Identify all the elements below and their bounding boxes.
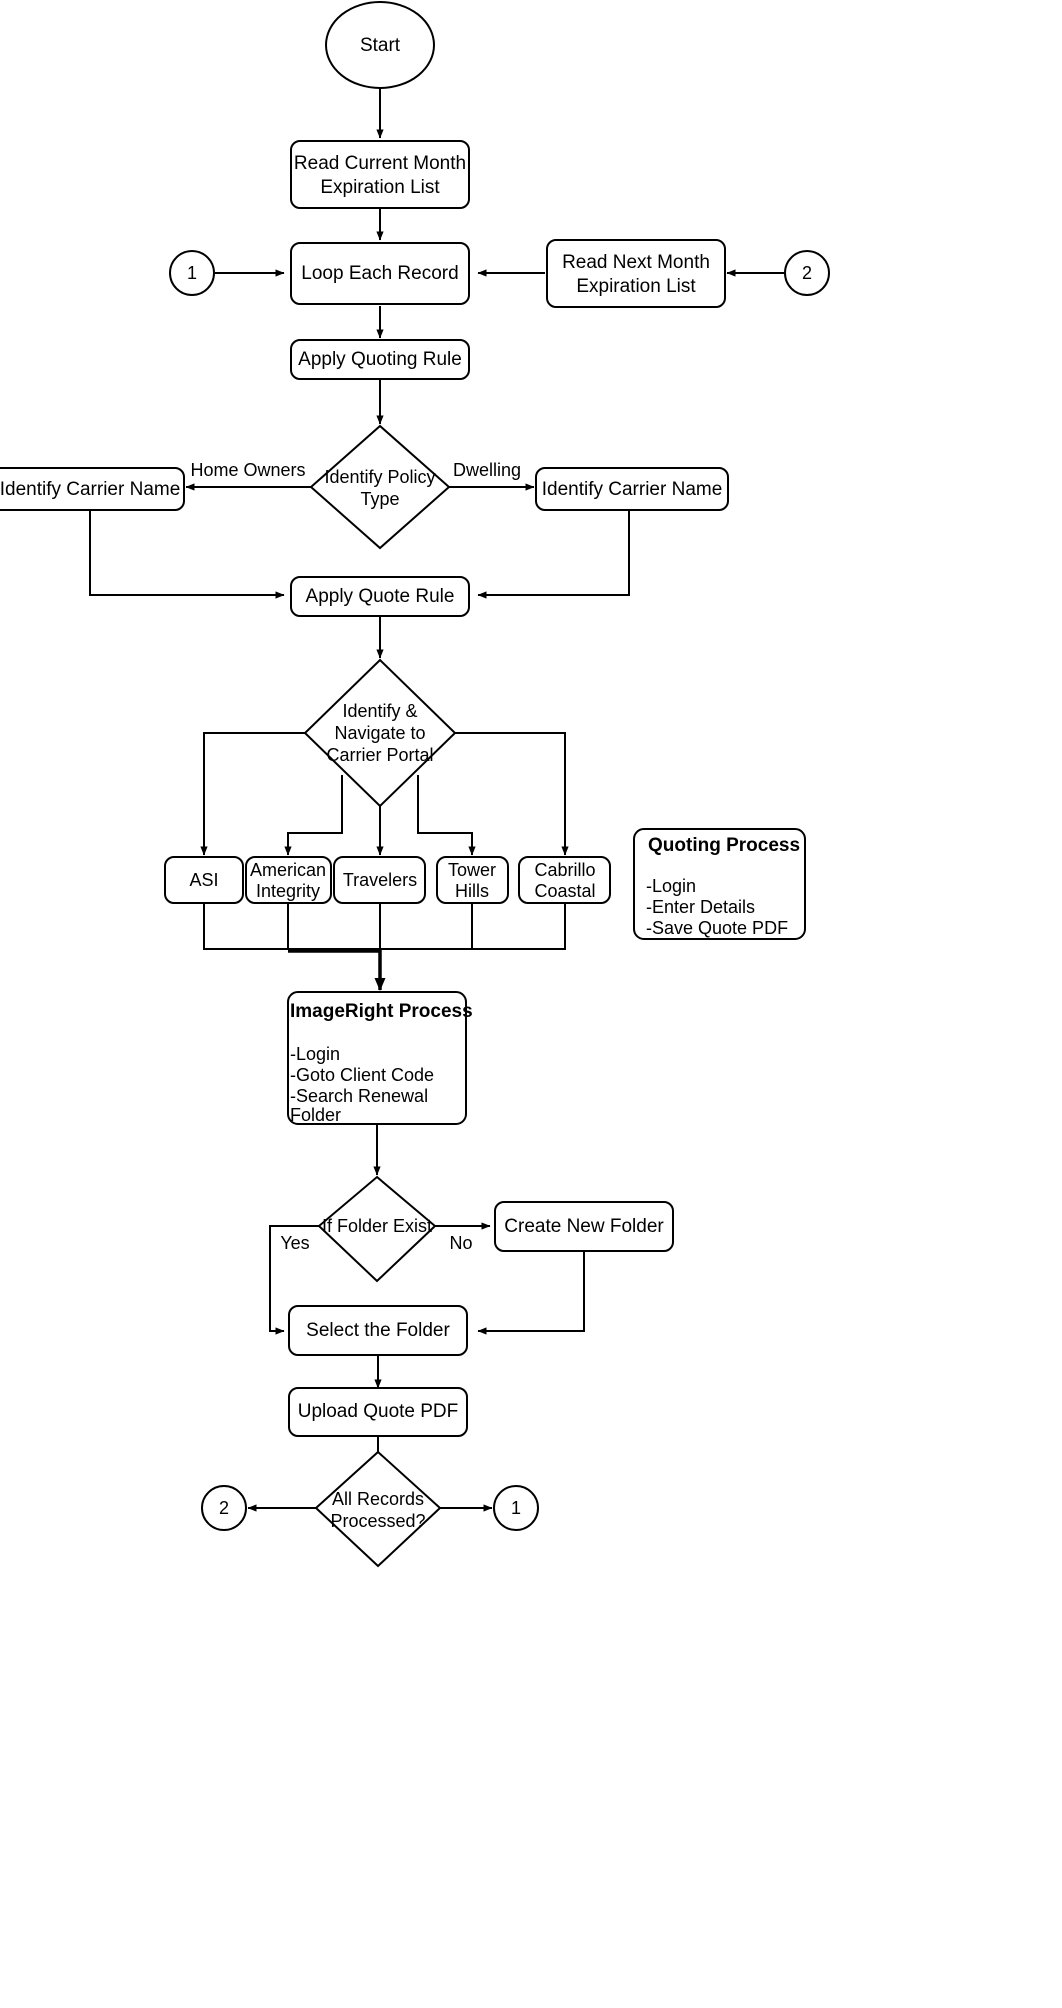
identify-navigate-line2: Navigate to [334, 723, 425, 743]
read-next-line1: Read Next Month [562, 252, 710, 273]
node-select-the-folder[interactable]: Select the Folder [288, 1305, 468, 1356]
imageright-process-item-2: -Search Renewal [290, 1086, 428, 1106]
carrier-asi-label: ASI [189, 870, 218, 890]
connector-2-right-label: 2 [802, 263, 812, 283]
node-identify-carrier-right[interactable]: Identify Carrier Name [535, 467, 729, 511]
identify-policy-type-line2: Type [360, 489, 399, 509]
identify-policy-type-diamond [309, 424, 451, 550]
upload-quote-pdf-label: Upload Quote PDF [298, 1401, 459, 1422]
loop-each-record-label: Loop Each Record [301, 263, 458, 284]
node-connector-2-right[interactable]: 2 [784, 250, 830, 296]
node-carrier-travelers[interactable]: Travelers [333, 856, 426, 904]
edge-create-folder-to-select [477, 1251, 585, 1335]
node-carrier-asi[interactable]: ASI [164, 856, 244, 904]
edge-label-home-owners: Home Owners [190, 460, 305, 480]
carrier-cabrillo-coastal-line2: Coastal [534, 881, 595, 901]
read-current-line1: Read Current Month [294, 153, 466, 174]
flowchart-canvas: Start Read Current Month Expiration List… [0, 0, 1062, 2008]
carrier-travelers-label: Travelers [343, 870, 417, 890]
imageright-process-item-1: -Goto Client Code [290, 1065, 434, 1085]
carrier-tower-hills-line1: Tower [448, 860, 496, 880]
carrier-cabrillo-coastal-line1: Cabrillo [534, 860, 595, 880]
edge-label-yes: Yes [280, 1233, 309, 1253]
quoting-process-item-2: -Save Quote PDF [646, 918, 788, 938]
edge-navigate-to-asi [200, 732, 307, 856]
node-read-next-month[interactable]: Read Next Month Expiration List [546, 239, 726, 308]
identify-carrier-left-label: Identify Carrier Name [0, 479, 180, 500]
edge-navigate-to-american-integrity [284, 775, 343, 856]
imageright-process-item-3: Folder [290, 1105, 341, 1125]
all-records-processed-line1: All Records [332, 1489, 424, 1509]
node-start[interactable]: Start [325, 1, 435, 89]
node-carrier-american-integrity[interactable]: American Integrity [245, 856, 332, 904]
apply-quoting-rule-label: Apply Quoting Rule [298, 349, 462, 370]
carrier-american-integrity-line2: Integrity [256, 881, 320, 901]
identify-policy-type-line1: Identify Policy [324, 467, 435, 487]
node-upload-quote-pdf[interactable]: Upload Quote PDF [288, 1387, 468, 1437]
edge-navigate-to-cabrillo [453, 732, 569, 856]
node-connector-1-bottom[interactable]: 1 [493, 1485, 539, 1531]
select-the-folder-label: Select the Folder [306, 1320, 450, 1341]
identify-carrier-right-label: Identify Carrier Name [542, 479, 723, 500]
connector-1-bottom-label: 1 [511, 1498, 521, 1518]
all-records-processed-line2: Processed? [330, 1511, 425, 1531]
create-new-folder-label: Create New Folder [504, 1216, 664, 1237]
node-carrier-cabrillo-coastal[interactable]: Cabrillo Coastal [518, 856, 611, 904]
edge-navigate-to-tower-hills [417, 775, 476, 856]
node-identify-carrier-left[interactable]: Identify Carrier Name [0, 467, 185, 511]
node-apply-quoting-rule[interactable]: Apply Quoting Rule [290, 339, 470, 380]
flowchart-svg: Start Read Current Month Expiration List… [0, 1, 830, 1568]
identify-navigate-line3: Carrier Portal [326, 745, 433, 765]
node-identify-navigate-carrier-portal[interactable]: Identify & Navigate to Carrier Portal [303, 658, 457, 808]
node-read-current-month[interactable]: Read Current Month Expiration List [290, 140, 470, 209]
node-loop-each-record[interactable]: Loop Each Record [290, 242, 470, 305]
node-if-folder-exist[interactable]: If Folder Exist [317, 1175, 437, 1283]
note-quoting-process: Quoting Process -Login -Enter Details -S… [633, 828, 806, 940]
edge-asi-merge [203, 901, 380, 950]
carrier-tower-hills-line2: Hills [455, 881, 489, 901]
quoting-process-item-1: -Enter Details [646, 897, 755, 917]
quoting-process-item-0: -Login [646, 876, 696, 896]
imageright-process-item-0: -Login [290, 1044, 340, 1064]
node-apply-quote-rule[interactable]: Apply Quote Rule [290, 576, 470, 617]
quoting-process-title: Quoting Process [648, 835, 800, 856]
node-connector-1-left[interactable]: 1 [169, 250, 215, 296]
connector-1-left-label: 1 [187, 263, 197, 283]
start-label: Start [360, 35, 401, 56]
node-create-new-folder[interactable]: Create New Folder [494, 1201, 674, 1252]
edge-label-dwelling: Dwelling [453, 460, 521, 480]
if-folder-exist-label: If Folder Exist [322, 1216, 432, 1236]
node-identify-policy-type[interactable]: Identify Policy Type [309, 424, 451, 550]
node-imageright-process[interactable]: ImageRight Process -Login -Goto Client C… [287, 991, 473, 1125]
node-carrier-tower-hills[interactable]: Tower Hills [436, 856, 509, 904]
read-next-line2: Expiration List [576, 276, 696, 297]
identify-navigate-line1: Identify & [342, 701, 417, 721]
node-connector-2-bottom[interactable]: 2 [201, 1485, 247, 1531]
connector-2-bottom-label: 2 [219, 1498, 229, 1518]
all-records-processed-diamond [314, 1450, 442, 1568]
edge-carrier-right-to-apply-quote [477, 510, 630, 599]
edge-tower-hills-merge [380, 901, 473, 950]
carrier-american-integrity-line1: American [250, 860, 326, 880]
node-all-records-processed[interactable]: All Records Processed? [314, 1450, 442, 1568]
read-current-line2: Expiration List [320, 177, 440, 198]
edge-label-no: No [449, 1233, 472, 1253]
imageright-process-title: ImageRight Process [290, 1001, 473, 1022]
edge-carrier-left-to-apply-quote [89, 510, 285, 599]
apply-quote-rule-label: Apply Quote Rule [306, 586, 455, 607]
